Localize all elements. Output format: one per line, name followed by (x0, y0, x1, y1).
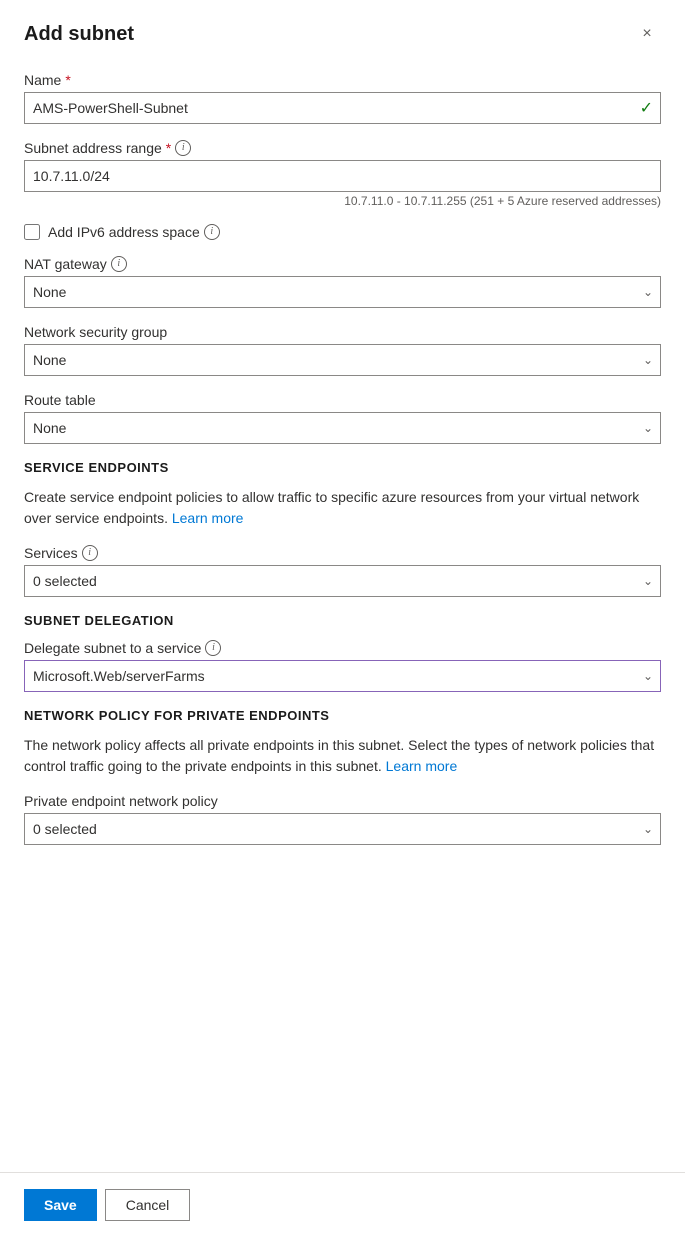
add-subnet-panel: Add subnet × Name * ✓ Subnet address ran… (0, 0, 685, 1237)
close-icon: × (642, 25, 651, 43)
name-input-wrapper: ✓ (24, 92, 661, 124)
save-button[interactable]: Save (24, 1189, 97, 1221)
nsg-label: Network security group (24, 324, 661, 340)
service-endpoints-description: Create service endpoint policies to allo… (24, 487, 661, 529)
subnet-address-hint: 10.7.11.0 - 10.7.11.255 (251 + 5 Azure r… (24, 194, 661, 208)
services-select-wrapper: 0 selected ⌄ (24, 565, 661, 597)
network-policy-heading: NETWORK POLICY FOR PRIVATE ENDPOINTS (24, 708, 661, 723)
subnet-delegation-heading: SUBNET DELEGATION (24, 613, 661, 628)
service-endpoints-learn-more[interactable]: Learn more (172, 510, 244, 526)
checkmark-icon: ✓ (640, 98, 653, 118)
name-input[interactable] (24, 92, 661, 124)
ipv6-label: Add IPv6 address space i (48, 224, 220, 240)
service-endpoints-heading: SERVICE ENDPOINTS (24, 460, 661, 475)
panel-title: Add subnet (24, 23, 134, 46)
services-info-icon[interactable]: i (82, 545, 98, 561)
private-endpoint-policy-label: Private endpoint network policy (24, 793, 661, 809)
subnet-address-required: * (166, 140, 171, 156)
subnet-address-info-icon[interactable]: i (175, 140, 191, 156)
network-policy-section: NETWORK POLICY FOR PRIVATE ENDPOINTS The… (24, 708, 661, 845)
route-table-select[interactable]: None (24, 412, 661, 444)
nat-gateway-info-icon[interactable]: i (111, 256, 127, 272)
nsg-select-wrapper: None ⌄ (24, 344, 661, 376)
nat-gateway-select-wrapper: None ⌄ (24, 276, 661, 308)
private-endpoint-policy-select[interactable]: 0 selected (24, 813, 661, 845)
panel-footer: Save Cancel (0, 1172, 685, 1237)
private-endpoint-policy-group: Private endpoint network policy 0 select… (24, 793, 661, 845)
nsg-select[interactable]: None (24, 344, 661, 376)
nat-gateway-select[interactable]: None (24, 276, 661, 308)
cancel-button[interactable]: Cancel (105, 1189, 191, 1221)
subnet-delegation-section: SUBNET DELEGATION Delegate subnet to a s… (24, 613, 661, 692)
route-table-group: Route table None ⌄ (24, 392, 661, 444)
delegate-label: Delegate subnet to a service i (24, 640, 661, 656)
network-policy-learn-more[interactable]: Learn more (386, 758, 458, 774)
nat-gateway-label: NAT gateway i (24, 256, 661, 272)
delegate-select[interactable]: Microsoft.Web/serverFarms (24, 660, 661, 692)
delegate-select-wrapper: Microsoft.Web/serverFarms ⌄ (24, 660, 661, 692)
name-group: Name * ✓ (24, 72, 661, 124)
close-button[interactable]: × (633, 20, 661, 48)
nat-gateway-group: NAT gateway i None ⌄ (24, 256, 661, 308)
name-required: * (65, 72, 70, 88)
services-label: Services i (24, 545, 661, 561)
ipv6-checkbox[interactable] (24, 224, 40, 240)
nsg-group: Network security group None ⌄ (24, 324, 661, 376)
panel-header: Add subnet × (0, 0, 685, 64)
ipv6-info-icon[interactable]: i (204, 224, 220, 240)
delegate-group: Delegate subnet to a service i Microsoft… (24, 640, 661, 692)
delegate-info-icon[interactable]: i (205, 640, 221, 656)
services-group: Services i 0 selected ⌄ (24, 545, 661, 597)
route-table-select-wrapper: None ⌄ (24, 412, 661, 444)
ipv6-group: Add IPv6 address space i (24, 224, 661, 240)
panel-body: Name * ✓ Subnet address range * i 10.7.1… (0, 64, 685, 1172)
services-select[interactable]: 0 selected (24, 565, 661, 597)
private-endpoint-policy-select-wrapper: 0 selected ⌄ (24, 813, 661, 845)
subnet-address-label: Subnet address range * i (24, 140, 661, 156)
route-table-label: Route table (24, 392, 661, 408)
subnet-address-input[interactable] (24, 160, 661, 192)
name-label: Name * (24, 72, 661, 88)
subnet-address-group: Subnet address range * i 10.7.11.0 - 10.… (24, 140, 661, 208)
network-policy-description: The network policy affects all private e… (24, 735, 661, 777)
service-endpoints-section: SERVICE ENDPOINTS Create service endpoin… (24, 460, 661, 597)
